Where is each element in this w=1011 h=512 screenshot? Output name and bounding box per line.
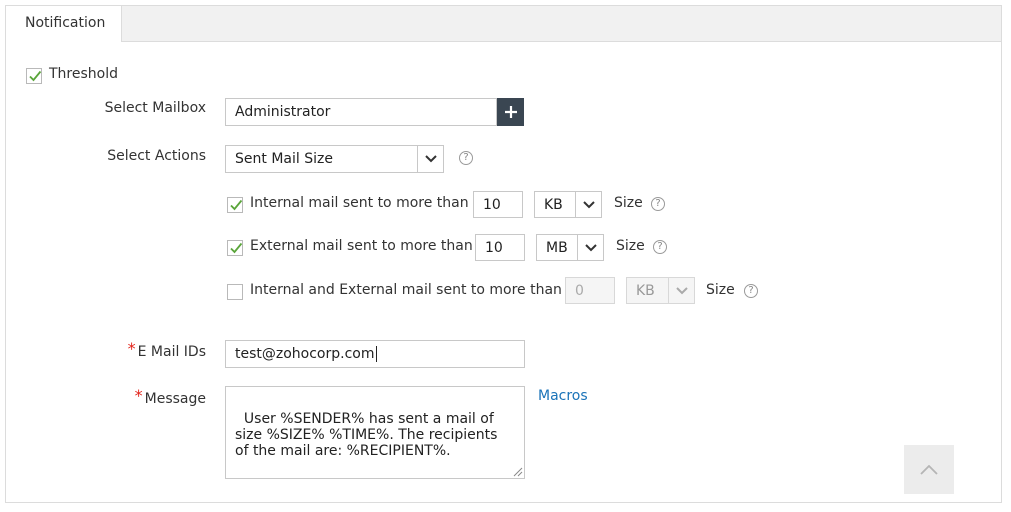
help-icon[interactable]: ? [744,284,758,298]
tab-notification[interactable]: Notification [6,6,122,42]
actions-select-value: Sent Mail Size [235,151,333,167]
help-icon[interactable]: ? [651,197,665,211]
chevron-down-icon [575,192,601,217]
rule-both-value[interactable]: 0 [565,277,615,304]
threshold-label: Threshold [49,66,118,82]
rule-both-size-label: Size [706,282,735,298]
text-cursor [375,346,377,362]
plus-icon [504,106,517,118]
resize-handle-icon[interactable] [513,467,523,477]
rule-both-unit-select[interactable]: KB [626,277,695,304]
help-icon[interactable]: ? [653,240,667,254]
check-icon [29,70,42,82]
message-textarea[interactable]: User %SENDER% has sent a mail of size %S… [225,386,525,479]
help-icon[interactable]: ? [459,151,473,165]
email-label: * E Mail IDs [127,339,206,360]
chevron-down-icon [668,278,694,303]
select-mailbox-label: Select Mailbox [104,100,206,116]
rule-both-checkbox[interactable] [227,284,243,300]
rule-external-label: External mail sent to more than [250,238,473,254]
rule-internal-value[interactable]: 10 [473,191,523,218]
macros-link[interactable]: Macros [538,388,588,404]
select-actions-label: Select Actions [107,148,206,164]
check-icon [230,242,243,254]
threshold-checkbox[interactable] [26,68,42,84]
rule-external-size-label: Size [616,238,645,254]
message-text: User %SENDER% has sent a mail of size %S… [235,411,498,459]
required-mark: * [134,386,143,405]
rule-external-checkbox[interactable] [227,240,243,256]
email-field-value: test@zohocorp.com [235,346,375,362]
message-label: * Message [134,386,206,407]
rule-external-unit: MB [546,239,568,256]
chevron-down-icon [577,235,603,260]
chevron-up-icon [920,464,938,475]
email-field[interactable]: test@zohocorp.com [225,340,525,368]
rule-internal-checkbox[interactable] [227,197,243,213]
chevron-down-icon [417,146,443,172]
rule-external-value[interactable]: 10 [475,234,525,261]
rule-external-unit-select[interactable]: MB [536,234,604,261]
rule-both-label: Internal and External mail sent to more … [250,282,562,298]
actions-select[interactable]: Sent Mail Size [225,145,444,173]
rule-internal-size-label: Size [614,195,643,211]
mailbox-field[interactable]: Administrator [225,98,497,126]
rule-internal-unit: KB [544,196,563,213]
add-mailbox-button[interactable] [497,98,524,126]
check-icon [230,199,243,211]
rule-internal-unit-select[interactable]: KB [534,191,602,218]
scroll-top-button[interactable] [904,445,954,494]
rule-internal-label: Internal mail sent to more than [250,195,469,211]
rule-both-unit: KB [636,282,655,299]
required-mark: * [127,339,136,358]
tab-bar: Notification [6,6,1001,42]
